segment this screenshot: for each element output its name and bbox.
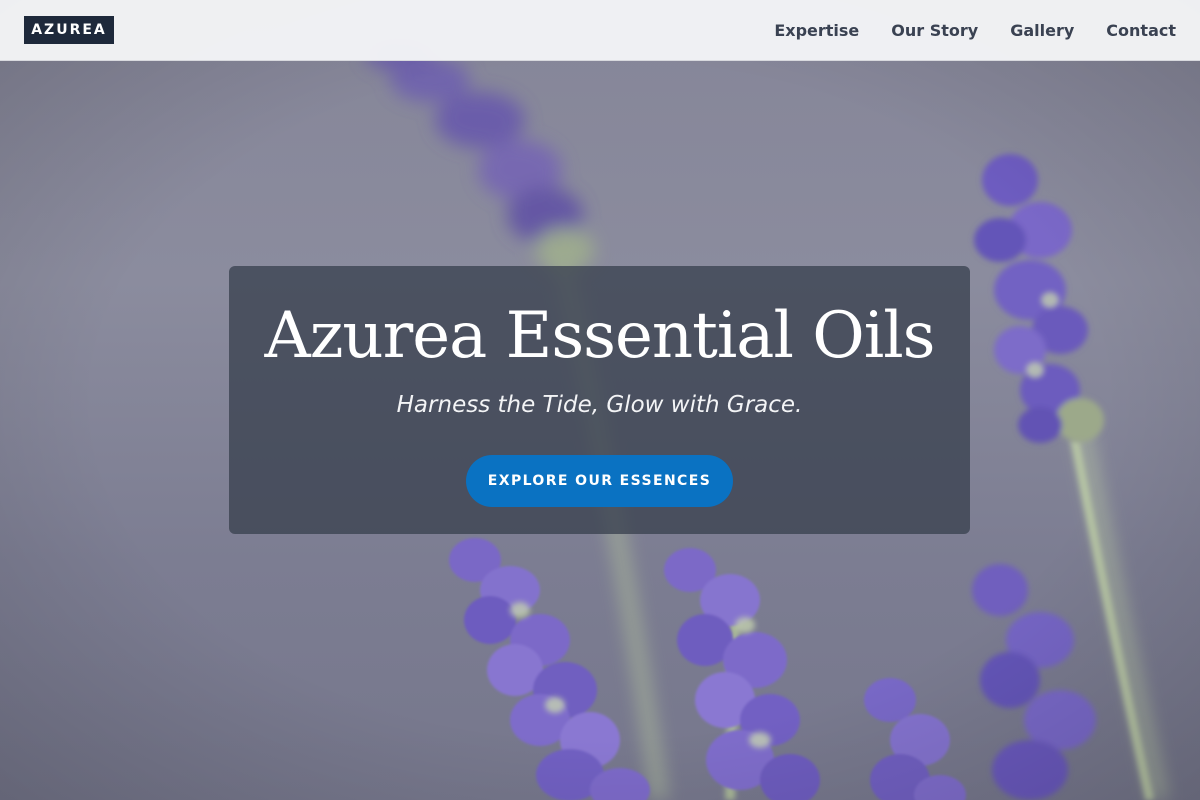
- nav-item-gallery: Gallery: [1010, 21, 1074, 40]
- hero-card: Azurea Essential Oils Harness the Tide, …: [229, 266, 970, 534]
- nav-menu: Expertise Our Story Gallery Contact: [774, 21, 1176, 40]
- nav-link-expertise[interactable]: Expertise: [774, 21, 859, 40]
- nav-link-contact[interactable]: Contact: [1106, 21, 1176, 40]
- nav-link-gallery[interactable]: Gallery: [1010, 21, 1074, 40]
- hero-tagline: Harness the Tide, Glow with Grace.: [396, 392, 803, 418]
- nav-link-our-story[interactable]: Our Story: [891, 21, 978, 40]
- nav-item-contact: Contact: [1106, 21, 1176, 40]
- hero-title: Azurea Essential Oils: [264, 299, 935, 373]
- brand-logo[interactable]: AZUREA: [24, 16, 114, 44]
- top-navbar: AZUREA Expertise Our Story Gallery Conta…: [0, 0, 1200, 61]
- explore-essences-button[interactable]: EXPLORE OUR ESSENCES: [466, 455, 733, 507]
- nav-item-expertise: Expertise: [774, 21, 859, 40]
- nav-item-our-story: Our Story: [891, 21, 978, 40]
